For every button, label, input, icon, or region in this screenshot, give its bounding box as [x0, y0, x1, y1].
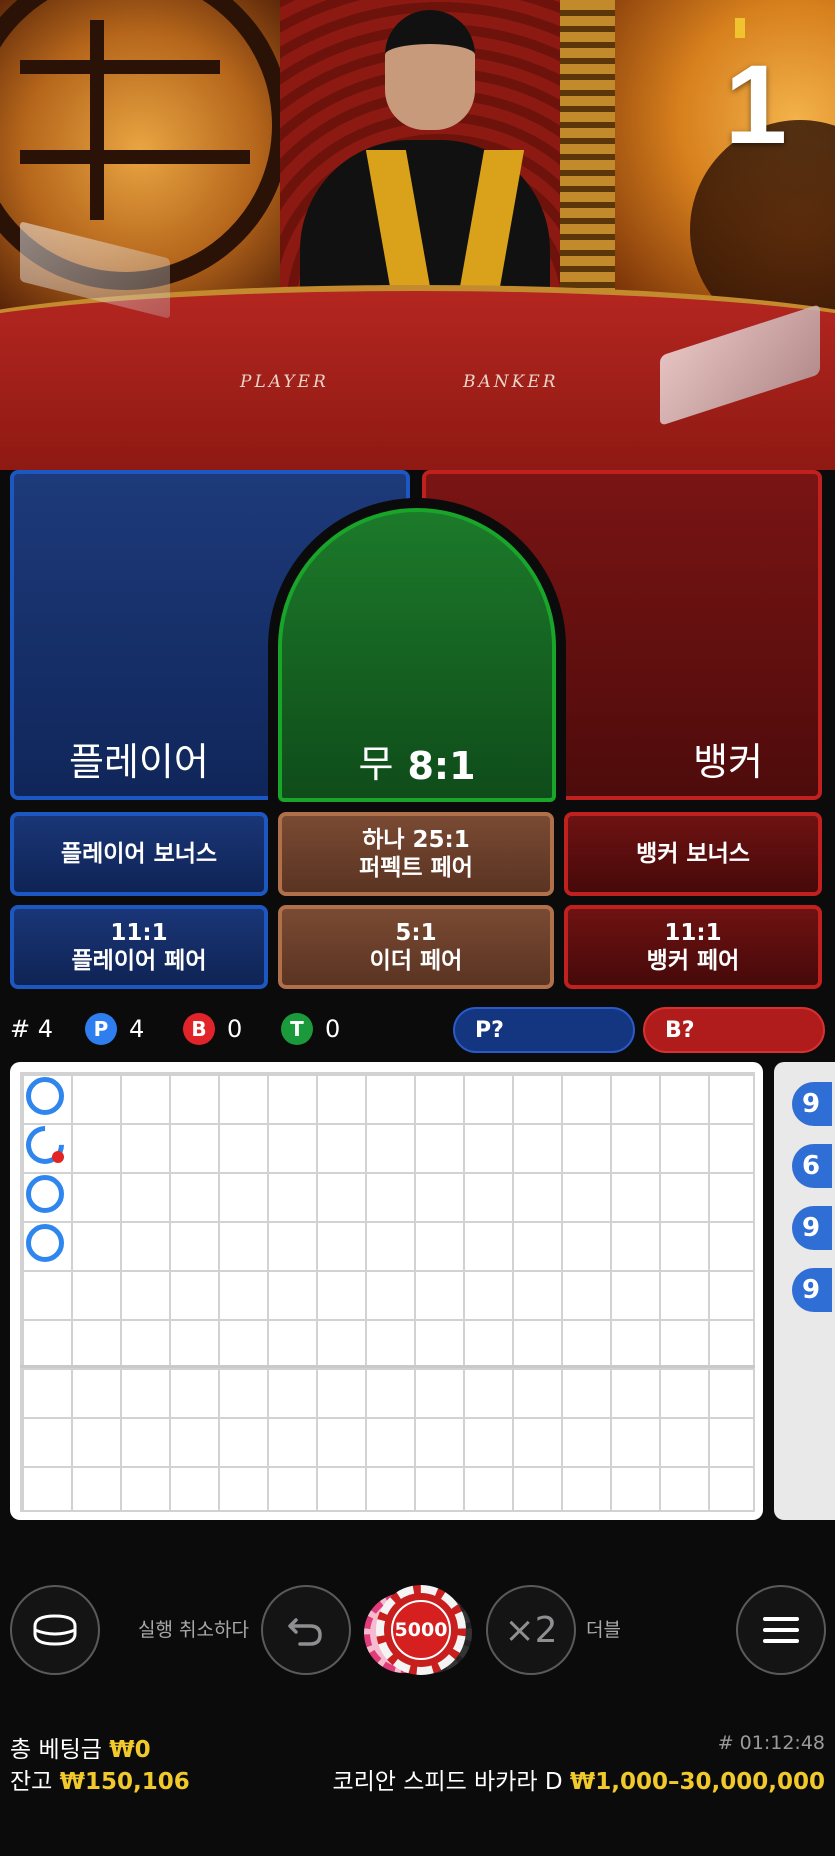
- player-pair-label: 플레이어 페어: [71, 948, 207, 974]
- side-road-cell: 9: [792, 1206, 832, 1250]
- betting-area: 플레이어 뱅커 무 8:1 플레이어 보너스 하나 25:1 퍼펙트 페어 뱅커…: [0, 400, 835, 1020]
- banker-predict-button[interactable]: B?: [643, 1007, 825, 1053]
- tie-bet-label: 무: [358, 742, 394, 786]
- banker-wins-stat: B 0: [183, 1013, 242, 1045]
- tie-bet-odds: 8:1: [407, 744, 476, 788]
- player-predict-label: P?: [475, 1017, 504, 1043]
- banker-bonus-label: 뱅커 보너스: [636, 841, 750, 867]
- tie-wins-stat: T 0: [281, 1013, 340, 1045]
- perfect-pair-odds: 하나 25:1: [362, 827, 470, 853]
- result-stats-bar: # 4 P 4 B 0 T 0 P? B?: [0, 1005, 835, 1053]
- road-section-divider: [20, 1365, 755, 1368]
- player-wins-count: 4: [129, 1015, 145, 1043]
- bet-controls: 실행 취소하다 5000 ×2 더블: [0, 1585, 835, 1675]
- video-lattice-bar: [20, 150, 250, 164]
- banker-pair-label: 뱅커 페어: [646, 948, 740, 974]
- countdown-timer: 1: [724, 42, 787, 167]
- dealer-head: [385, 10, 475, 130]
- player-predict-button[interactable]: P?: [453, 1007, 635, 1053]
- table-name: 코리안 스피드 바카라 D: [332, 1769, 563, 1795]
- balance-value: ₩150,106: [59, 1769, 190, 1795]
- video-lattice-bar: [20, 60, 220, 74]
- table-label-player: PLAYER: [240, 372, 329, 392]
- player-pair-odds: 11:1: [110, 920, 168, 946]
- video-pillar: [560, 0, 620, 330]
- double-symbol: ×2: [504, 1609, 558, 1651]
- undo-icon: [288, 1618, 322, 1646]
- double-label: 더블: [586, 1619, 621, 1641]
- footer-info: 총 베팅금 ₩0 잔고 ₩150,106 # 01:12:48 코리안 스피드 …: [0, 1730, 835, 1856]
- undo-label: 실행 취소하다: [138, 1619, 249, 1641]
- chip-value: 5000: [391, 1600, 451, 1660]
- side-road-cell: 6: [792, 1144, 832, 1188]
- total-bet-line: 총 베팅금 ₩0: [10, 1730, 151, 1764]
- banker-pair-odds: 11:1: [664, 920, 722, 946]
- player-bet-label: 플레이어: [69, 740, 209, 784]
- banker-pair-marker: [52, 1151, 64, 1163]
- road-result-player: [26, 1175, 64, 1213]
- round-number: # 4: [10, 1015, 54, 1043]
- banker-pair-bet[interactable]: 11:1 뱅커 페어: [564, 905, 822, 989]
- either-pair-label: 이더 페어: [369, 948, 463, 974]
- table-label-banker: BANKER: [463, 372, 559, 392]
- either-pair-odds: 5:1: [395, 920, 437, 946]
- tie-dot-icon: T: [281, 1013, 313, 1045]
- player-bonus-label: 플레이어 보너스: [60, 841, 218, 867]
- table-info-line[interactable]: 코리안 스피드 바카라 D ₩1,000–30,000,000: [332, 1762, 825, 1796]
- player-pair-bet[interactable]: 11:1 플레이어 페어: [10, 905, 268, 989]
- total-bet-value: ₩0: [109, 1737, 151, 1763]
- banker-predict-label: B?: [665, 1017, 695, 1043]
- road-result-player: [26, 1224, 64, 1262]
- side-road-cell: 9: [792, 1268, 832, 1312]
- banker-dot-icon: B: [183, 1013, 215, 1045]
- menu-button[interactable]: [736, 1585, 826, 1675]
- hamburger-menu-icon: [763, 1617, 799, 1643]
- side-roadmap-panel[interactable]: 9 6 9 9: [774, 1062, 835, 1520]
- road-grid: [20, 1072, 755, 1512]
- undo-button[interactable]: [261, 1585, 351, 1675]
- countdown-marker: [735, 18, 745, 38]
- bead-road-scoreboard[interactable]: [10, 1062, 763, 1520]
- lobby-button[interactable]: [10, 1585, 100, 1675]
- player-wins-stat: P 4: [85, 1013, 144, 1045]
- game-round-id: # 01:12:48: [717, 1732, 825, 1754]
- road-result-player: [26, 1077, 64, 1115]
- total-bet-label: 총 베팅금: [10, 1737, 102, 1763]
- chip-5000-icon: 5000: [376, 1585, 466, 1675]
- table-view-icon: [33, 1614, 77, 1646]
- perfect-pair-label: 퍼펙트 페어: [359, 855, 473, 881]
- balance-label: 잔고: [10, 1769, 53, 1795]
- banker-bonus-bet[interactable]: 뱅커 보너스: [564, 812, 822, 896]
- bet-limits: ₩1,000–30,000,000: [569, 1769, 825, 1795]
- either-pair-bet[interactable]: 5:1 이더 페어: [278, 905, 554, 989]
- tie-bet-spot[interactable]: 무 8:1: [278, 508, 556, 802]
- balance-line: 잔고 ₩150,106: [10, 1762, 190, 1796]
- selected-chip[interactable]: 5000: [362, 1585, 474, 1675]
- side-road-cell: 9: [792, 1082, 832, 1126]
- banker-bet-label: 뱅커: [693, 740, 763, 784]
- player-dot-icon: P: [85, 1013, 117, 1045]
- player-bonus-bet[interactable]: 플레이어 보너스: [10, 812, 268, 896]
- double-button[interactable]: ×2: [486, 1585, 576, 1675]
- perfect-pair-bet[interactable]: 하나 25:1 퍼펙트 페어: [278, 812, 554, 896]
- tie-wins-count: 0: [325, 1015, 341, 1043]
- banker-wins-count: 0: [227, 1015, 243, 1043]
- video-lattice-bar: [90, 20, 104, 220]
